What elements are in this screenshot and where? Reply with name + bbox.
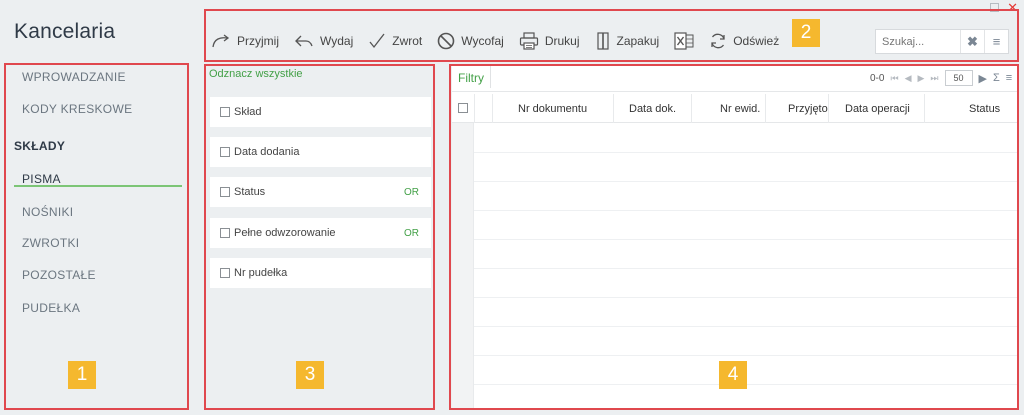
app-title: Kancelaria [14, 20, 116, 43]
callout-frame-sidebar [4, 63, 189, 410]
callout-frame-filters [204, 64, 435, 410]
callout-frame-toolbar [204, 9, 1019, 62]
callout-frame-grid [449, 64, 1019, 410]
callout-badge-3: 3 [296, 361, 324, 389]
callout-badge-4: 4 [719, 361, 747, 389]
callout-badge-1: 1 [68, 361, 96, 389]
callout-badge-2: 2 [792, 19, 820, 47]
